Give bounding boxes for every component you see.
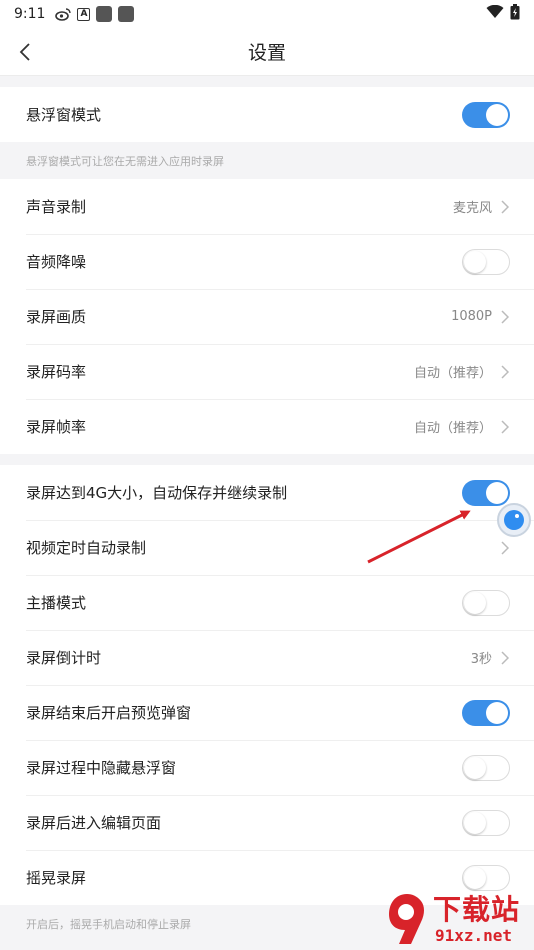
row-label: 摇晃录屏 [26,869,87,887]
toggle-switch[interactable] [462,589,510,616]
a-notification-icon: A [77,7,91,21]
watermark: 下载站 91xz.net [385,888,534,950]
settings-row-countdown[interactable]: 录屏倒计时 3秒 [0,630,534,685]
settings-row-quality[interactable]: 录屏画质 1080P [0,289,534,344]
settings-row-hide-float[interactable]: 录屏过程中隐藏悬浮窗 [0,740,534,795]
watermark-url: 91xz.net [435,926,513,945]
section-hint: 悬浮窗模式可让您在无需进入应用时录屏 [0,142,534,179]
chevron-right-icon [500,650,510,666]
row-value: 麦克风 [452,201,492,216]
settings-row-preview-popup[interactable]: 录屏结束后开启预览弹窗 [0,685,534,740]
watermark-title: 下载站 [433,893,521,926]
toggle-knob [486,103,508,126]
watermark-logo-icon [389,894,424,944]
chevron-right-icon [500,419,510,435]
row-label: 录屏倒计时 [26,649,102,667]
notification-square-icon [96,6,113,22]
settings-row-streamer-mode[interactable]: 主播模式 [0,575,534,630]
row-value: 自动（推荐） [413,366,492,381]
settings-row-noise-reduction[interactable]: 音频降噪 [0,234,534,289]
toggle-switch[interactable] [462,101,510,128]
title-bar: 设置 [0,28,534,76]
chevron-right-icon [500,364,510,380]
row-label: 录屏后进入编辑页面 [26,814,162,832]
battery-icon [510,4,520,24]
settings-row-audio-record[interactable]: 声音录制 麦克风 [0,179,534,234]
toggle-switch[interactable] [462,864,510,891]
row-value: 1080P [451,309,492,324]
toggle-knob [486,701,508,724]
row-label: 录屏过程中隐藏悬浮窗 [26,759,177,777]
annotation-arrow [367,510,471,564]
toggle-knob [464,250,486,273]
record-ball-icon [504,510,524,530]
chevron-right-icon [500,309,510,325]
toggle-switch[interactable] [462,699,510,726]
settings-row-edit-page[interactable]: 录屏后进入编辑页面 [0,795,534,850]
chevron-right-icon [500,540,510,556]
row-label: 悬浮窗模式 [26,106,102,124]
row-label: 主播模式 [26,594,87,612]
row-label: 录屏码率 [26,363,87,381]
toggle-knob [486,481,508,504]
toggle-knob [464,756,486,779]
toggle-switch[interactable] [462,248,510,275]
row-value: 自动（推荐） [413,421,492,436]
notification-square-icon [118,6,135,22]
settings-row-bitrate[interactable]: 录屏码率 自动（推荐） [0,344,534,399]
toggle-knob [464,866,486,889]
toggle-switch[interactable] [462,809,510,836]
row-value: 3秒 [470,652,492,667]
row-label: 录屏结束后开启预览弹窗 [26,704,192,722]
back-arrow-icon[interactable] [14,40,38,64]
settings-row-float-mode[interactable]: 悬浮窗模式 [0,87,534,142]
toggle-knob [464,811,486,834]
row-label: 声音录制 [26,198,87,216]
chevron-right-icon [500,199,510,215]
toggle-knob [464,591,486,614]
floating-record-ball[interactable] [497,503,531,537]
toggle-switch[interactable] [462,754,510,781]
row-label: 录屏画质 [26,308,87,326]
status-time: 9:11 [14,6,46,22]
wifi-icon [486,4,504,23]
settings-row-framerate[interactable]: 录屏帧率 自动（推荐） [0,399,534,454]
weibo-icon [55,6,72,22]
row-label: 音频降噪 [26,253,87,271]
row-label: 录屏帧率 [26,418,87,436]
page-title: 设置 [247,42,286,64]
status-bar: 9:11 A [0,0,534,28]
